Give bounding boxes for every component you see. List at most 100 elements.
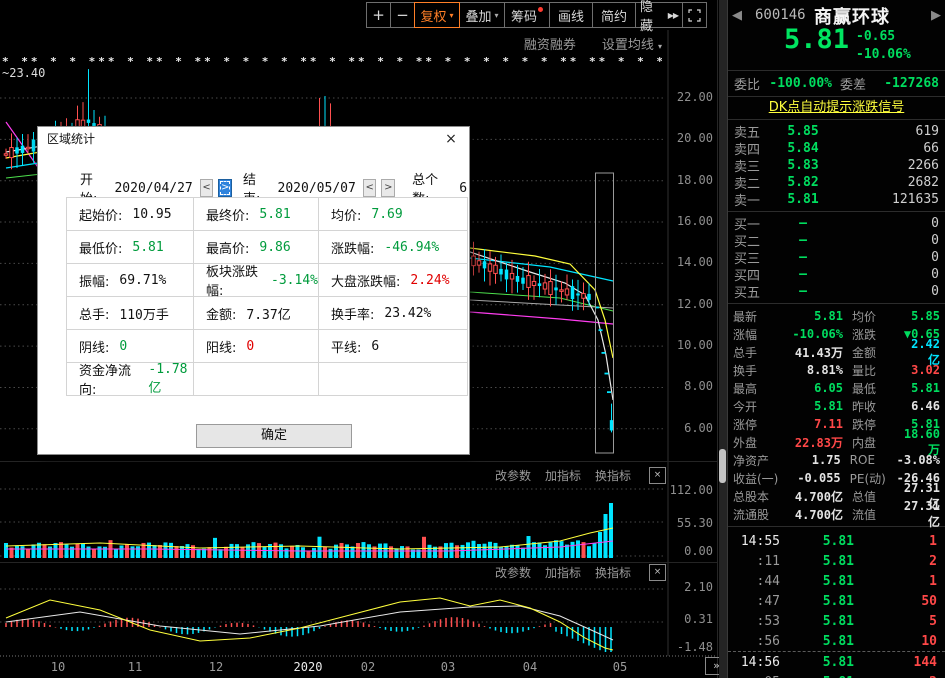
close-icon[interactable]: × bbox=[442, 130, 460, 148]
ask-row[interactable]: 卖五 5.85 619 bbox=[728, 123, 945, 141]
y-tick-label: 14.00 bbox=[676, 255, 713, 270]
bid-row[interactable]: 买五 — 0 bbox=[728, 283, 945, 301]
zoom-out-button[interactable]: − bbox=[390, 2, 415, 28]
cell-value: 23.42% bbox=[384, 305, 432, 321]
start-next-button[interactable]: > bbox=[218, 179, 233, 197]
panel-param-button[interactable]: 改参数 bbox=[495, 564, 531, 581]
bid-row[interactable]: 买一 —0 bbox=[728, 215, 945, 233]
prev-stock-icon[interactable]: ◀ bbox=[732, 8, 742, 23]
tick-row[interactable]: :44 5.81 1 bbox=[728, 571, 945, 591]
bid-row[interactable]: 买二 —0 bbox=[728, 232, 945, 250]
tick-row[interactable]: :055.812 bbox=[728, 672, 945, 678]
fullscreen-button[interactable] bbox=[682, 2, 707, 28]
ma-setting-menu[interactable]: 设置均线 ▾ bbox=[602, 34, 662, 53]
ask-volume: 121635 bbox=[892, 192, 939, 207]
bid-row[interactable]: 买四 —0 bbox=[728, 266, 945, 284]
panel-param-button[interactable]: 加指标 bbox=[545, 467, 581, 484]
hide-button[interactable]: 隐藏 ▶▶ bbox=[635, 0, 683, 34]
x-tick-label: 12 bbox=[208, 660, 224, 674]
stock-code: 600146 bbox=[755, 7, 806, 23]
overlay-button[interactable]: 叠加 ▾ bbox=[459, 2, 505, 28]
ask-row[interactable]: 卖四 5.84 66 bbox=[728, 140, 945, 158]
chips-button[interactable]: 筹码 bbox=[504, 2, 550, 28]
cell-value: 7.69 bbox=[371, 206, 403, 222]
y-tick-label: 55.30 bbox=[676, 516, 713, 530]
tick-time: :11 bbox=[756, 553, 780, 569]
tick-price: 5.81 bbox=[822, 573, 854, 589]
ask-volume: 619 bbox=[915, 124, 939, 139]
tick-list[interactable]: 14:55 5.81 1:11 5.81 2:44 5.81 1:47 5.81 50:53 5.… bbox=[728, 527, 945, 678]
stat-row: 换手 8.81% 量比 3.02 bbox=[728, 361, 945, 379]
start-prev-button[interactable]: < bbox=[199, 179, 214, 197]
cell-value: 2.24% bbox=[410, 272, 450, 288]
start-date: 2020/04/27 bbox=[114, 180, 193, 196]
cell-value: 6 bbox=[371, 338, 380, 354]
stat-label: 量比 bbox=[852, 363, 877, 378]
simple-mode-button[interactable]: 简约 bbox=[592, 2, 636, 28]
tick-time: 14:55 bbox=[740, 533, 780, 549]
cell-value: -1.78亿 bbox=[148, 362, 188, 396]
close-panel-icon[interactable]: × bbox=[649, 564, 666, 581]
cell-label: 板块涨跌幅: bbox=[206, 265, 259, 299]
ask-row[interactable]: 卖三 5.83 2266 bbox=[728, 157, 945, 175]
draw-line-button[interactable]: 画线 bbox=[549, 2, 593, 28]
cell-value: 9.86 bbox=[259, 239, 291, 255]
y-tick-label: 0.00 bbox=[684, 544, 713, 558]
tick-time: :05 bbox=[736, 675, 780, 678]
bid-price: — bbox=[799, 284, 807, 299]
y-tick-label: 16.00 bbox=[676, 214, 713, 229]
stats-table: 起始价: 10.95 最终价: 5.81 均价: 7.69 最低价: 5.81 最高价: 9.86… bbox=[66, 197, 468, 398]
ask-volume: 2266 bbox=[907, 158, 939, 173]
tick-row[interactable]: :47 5.81 50 bbox=[728, 591, 945, 611]
ask-row[interactable]: 卖一 5.81 121635 bbox=[728, 191, 945, 209]
y-tick-label: 0.31 bbox=[684, 612, 713, 626]
panel-param-button[interactable]: 改参数 bbox=[495, 467, 531, 484]
stat-label: 涨停 bbox=[733, 417, 758, 432]
tick-row[interactable]: 14:55 5.81 1 bbox=[728, 531, 945, 551]
bid-price: — bbox=[799, 233, 807, 248]
next-stock-icon[interactable]: ▶ bbox=[931, 8, 941, 23]
tick-row[interactable]: :11 5.81 2 bbox=[728, 551, 945, 571]
tick-volume: 1 bbox=[929, 573, 937, 589]
stats-cell: 涨跌幅: -46.94% bbox=[319, 231, 468, 264]
tick-time: :53 bbox=[756, 613, 780, 629]
stat-label: 总股本 bbox=[733, 489, 770, 504]
margin-trading-link[interactable]: 融资融券 bbox=[524, 34, 576, 53]
cell-label: 总手: bbox=[79, 307, 110, 323]
cell-value: 0 bbox=[119, 338, 128, 354]
tick-row[interactable]: :53 5.81 5 bbox=[728, 611, 945, 631]
panel-param-button[interactable]: 换指标 bbox=[595, 467, 631, 484]
stat-value: 3.02 bbox=[911, 363, 940, 377]
tick-volume: 2 bbox=[929, 553, 937, 569]
cell-label: 阴线: bbox=[79, 340, 110, 356]
stat-label: 涨跌 bbox=[852, 327, 877, 342]
dk-signal-link[interactable]: DK点自动提示涨跌信号 bbox=[728, 97, 945, 120]
end-prev-button[interactable]: < bbox=[362, 179, 377, 197]
ask-row[interactable]: 卖二 5.82 2682 bbox=[728, 174, 945, 192]
stock-app-window: 融资融券 设置均线 ▾ * ** * * *** * ** * ** * * *… bbox=[0, 0, 945, 678]
stat-value: 7.11 bbox=[814, 417, 843, 431]
stat-row: 今开 5.81 昨收 6.46 bbox=[728, 397, 945, 415]
ok-button[interactable]: 确定 bbox=[196, 424, 352, 448]
stats-cell: 起始价: 10.95 bbox=[67, 198, 194, 231]
close-panel-icon[interactable]: × bbox=[649, 467, 666, 484]
stat-value: 5.81 bbox=[911, 381, 940, 395]
x-tick-label: 11 bbox=[127, 660, 143, 674]
panel-param-button[interactable]: 加指标 bbox=[545, 564, 581, 581]
x-tick-label: 2020 bbox=[293, 660, 323, 674]
adjust-price-button[interactable]: 复权 ▾ bbox=[414, 2, 460, 28]
tick-row[interactable]: 14:56 5.81 144 bbox=[728, 651, 945, 672]
ask-price: 5.84 bbox=[787, 141, 819, 156]
zoom-in-button[interactable]: + bbox=[366, 2, 391, 28]
end-next-button[interactable]: > bbox=[381, 179, 396, 197]
chevron-down-icon: ▾ bbox=[657, 42, 662, 51]
stat-value: 8.81% bbox=[806, 363, 843, 377]
stat-value: 1.75 bbox=[811, 453, 841, 467]
panel-collapse-handle[interactable] bbox=[719, 449, 726, 483]
panel-param-button[interactable]: 换指标 bbox=[595, 564, 631, 581]
stat-row: 最新 5.81 均价 5.85 bbox=[728, 307, 945, 325]
tick-row[interactable]: :56 5.81 10 bbox=[728, 631, 945, 651]
bid-volume: 0 bbox=[931, 267, 939, 282]
bid-row[interactable]: 买三 —0 bbox=[728, 249, 945, 267]
stat-label: 最高 bbox=[733, 381, 758, 396]
